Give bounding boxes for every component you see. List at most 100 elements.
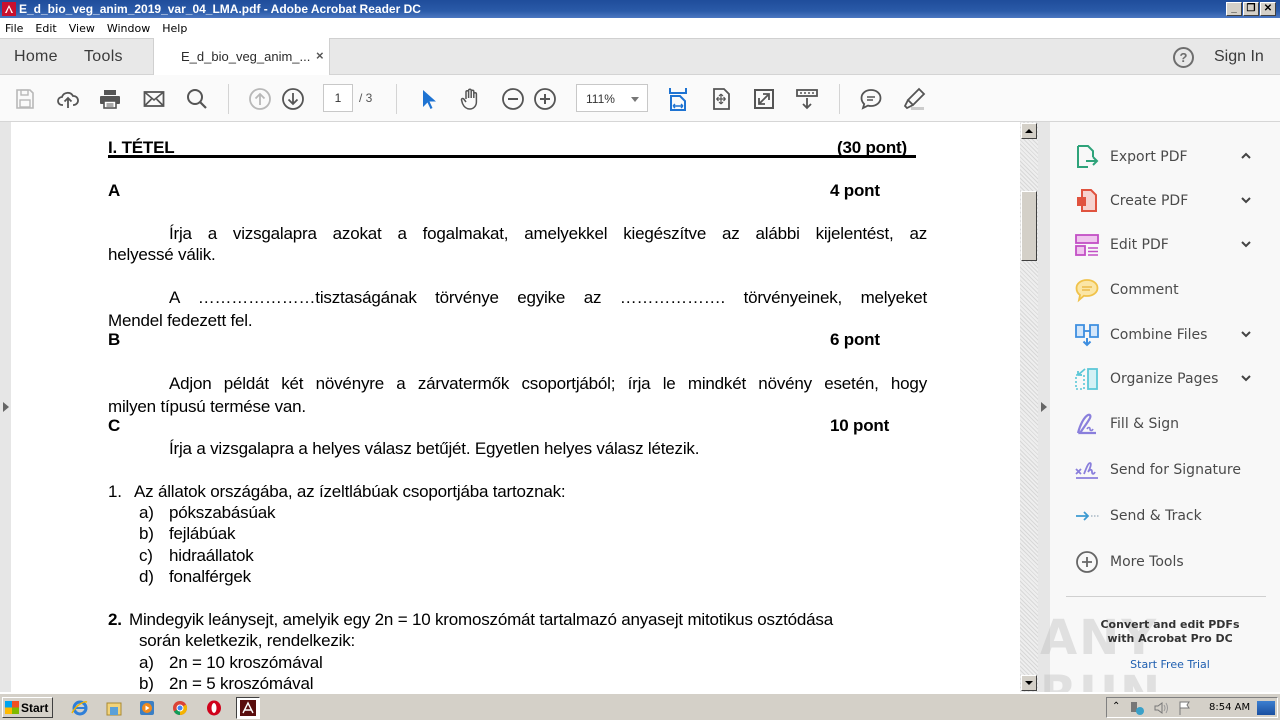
fit-width-icon[interactable] — [666, 87, 690, 111]
tool-export-pdf[interactable]: Export PDF — [1074, 142, 1274, 172]
scrolling-mode-icon[interactable] — [795, 87, 819, 111]
q2-option-b-text: 2n = 5 kroszómával — [169, 674, 314, 692]
question-2-text-line2: során keletkezik, rendelkezik: — [139, 631, 356, 650]
tool-send-track[interactable]: Send & Track — [1074, 501, 1274, 531]
fill-sign-icon — [1074, 411, 1100, 437]
scrollbar-thumb[interactable] — [1021, 191, 1037, 261]
question-1-text: Az állatok országába, az ízeltlábúak cso… — [134, 482, 566, 501]
start-label: Start — [21, 700, 49, 715]
hand-tool-icon[interactable] — [458, 87, 482, 111]
chrome-icon[interactable] — [168, 697, 192, 719]
acrobat-reader-taskbar-icon[interactable] — [236, 697, 260, 719]
opera-icon[interactable] — [202, 697, 226, 719]
expand-left-panel-icon[interactable] — [3, 402, 9, 412]
upload-cloud-icon[interactable] — [56, 87, 80, 111]
show-desktop-icon[interactable] — [1257, 701, 1275, 715]
page-number-input[interactable]: 1 — [323, 84, 353, 112]
save-icon[interactable] — [13, 87, 37, 111]
collapse-right-panel-icon[interactable] — [1041, 402, 1047, 412]
previous-page-icon[interactable] — [248, 87, 272, 111]
tool-create-pdf[interactable]: Create PDF — [1074, 186, 1274, 216]
action-center-flag-icon[interactable] — [1177, 700, 1193, 719]
arrow-up-icon — [1025, 129, 1033, 133]
search-icon[interactable] — [185, 87, 209, 111]
close-tab-icon[interactable]: × — [316, 48, 324, 63]
chevron-up-icon[interactable] — [1240, 150, 1252, 162]
left-panel-toggle[interactable] — [0, 122, 11, 692]
menu-view[interactable]: View — [64, 22, 102, 35]
tab-document[interactable]: E_d_bio_veg_anim_... × — [153, 38, 330, 76]
start-button[interactable]: Start — [2, 697, 53, 718]
tool-more-tools[interactable]: More Tools — [1074, 547, 1274, 577]
tool-comment[interactable]: Comment — [1074, 275, 1274, 305]
highlight-pen-icon[interactable] — [902, 87, 926, 111]
tab-document-label: E_d_bio_veg_anim_... — [181, 49, 311, 64]
menu-edit[interactable]: Edit — [30, 22, 63, 35]
promo-text: Convert and edit PDFs with Acrobat Pro D… — [1070, 618, 1270, 646]
help-icon[interactable]: ? — [1173, 47, 1194, 68]
q1-option-a-text: pókszabásúak — [169, 503, 276, 522]
fit-page-icon[interactable] — [709, 87, 733, 111]
restore-button[interactable]: ❐ — [1243, 2, 1259, 16]
tab-home[interactable]: Home — [14, 48, 58, 66]
arrow-down-icon — [1025, 681, 1033, 685]
show-hidden-icons-icon[interactable]: ⌃ — [1112, 701, 1120, 712]
tool-combine-files[interactable]: Combine Files — [1074, 320, 1274, 350]
file-explorer-icon[interactable] — [102, 697, 126, 719]
tool-send-for-signature[interactable]: Send for Signature — [1074, 455, 1274, 485]
full-screen-icon[interactable] — [752, 87, 776, 111]
q1-option-a-letter: a) — [139, 503, 154, 522]
minimize-button[interactable]: _ — [1226, 2, 1242, 16]
comment-tool-icon[interactable] — [859, 87, 883, 111]
tab-tools[interactable]: Tools — [84, 48, 123, 66]
section-b-instruction-line1: Adjon példát két növényre a zárvatermők … — [169, 374, 927, 393]
chevron-down-icon[interactable] — [1240, 328, 1252, 340]
create-pdf-icon — [1074, 188, 1100, 214]
network-icon[interactable] — [1129, 700, 1145, 719]
chevron-down-icon — [631, 97, 639, 102]
start-free-trial-link[interactable]: Start Free Trial — [1070, 658, 1270, 671]
combine-files-icon — [1074, 322, 1100, 348]
media-player-icon[interactable] — [135, 697, 159, 719]
menu-file[interactable]: File — [0, 22, 30, 35]
sign-in-button[interactable]: Sign In — [1214, 48, 1264, 66]
zoom-in-icon[interactable] — [533, 87, 557, 111]
scroll-down-button[interactable] — [1021, 675, 1037, 691]
close-window-button[interactable]: ✕ — [1260, 2, 1276, 16]
promo-line-1: Convert and edit PDFs — [1100, 618, 1240, 631]
section-a-points: 4 pont — [830, 181, 880, 200]
next-page-icon[interactable] — [281, 87, 305, 111]
zoom-level-value: 111% — [586, 92, 615, 106]
zoom-level-select[interactable]: 111% — [576, 84, 648, 112]
internet-explorer-icon[interactable] — [68, 697, 92, 719]
print-icon[interactable] — [98, 87, 122, 111]
tool-organize-pages[interactable]: Organize Pages — [1074, 364, 1274, 394]
more-tools-icon — [1074, 549, 1100, 575]
document-viewport[interactable]: I. TÉTEL (30 pont) A 4 pont Írja a vizsg… — [0, 122, 1020, 692]
comment-icon — [1074, 277, 1100, 303]
export-pdf-icon — [1074, 144, 1100, 170]
section-a-label: A — [108, 181, 121, 200]
chevron-down-icon[interactable] — [1240, 372, 1252, 384]
tools-pane: Export PDF Create PDF Edit PDF Comment C… — [1040, 122, 1280, 722]
menu-help[interactable]: Help — [157, 22, 194, 35]
q1-option-c-text: hidraállatok — [169, 546, 254, 565]
chevron-down-icon[interactable] — [1240, 238, 1252, 250]
volume-icon[interactable] — [1153, 700, 1169, 719]
q1-option-c-letter: c) — [139, 546, 153, 565]
scroll-up-button[interactable] — [1021, 123, 1037, 139]
send-track-icon — [1074, 503, 1100, 529]
menu-window[interactable]: Window — [102, 22, 157, 35]
email-icon[interactable] — [142, 87, 166, 111]
q2-option-b-letter: b) — [139, 674, 154, 692]
select-cursor-icon[interactable] — [416, 87, 440, 111]
section-b-label: B — [108, 330, 121, 349]
right-panel-toggle[interactable] — [1038, 122, 1050, 692]
zoom-out-icon[interactable] — [501, 87, 525, 111]
promo-line-2: with Acrobat Pro DC — [1107, 632, 1233, 645]
tool-fill-sign[interactable]: Fill & Sign — [1074, 409, 1274, 439]
chevron-down-icon[interactable] — [1240, 194, 1252, 206]
tool-edit-pdf[interactable]: Edit PDF — [1074, 230, 1274, 260]
clock[interactable]: 8:54 AM — [1209, 702, 1250, 713]
vertical-scrollbar[interactable] — [1020, 122, 1038, 692]
